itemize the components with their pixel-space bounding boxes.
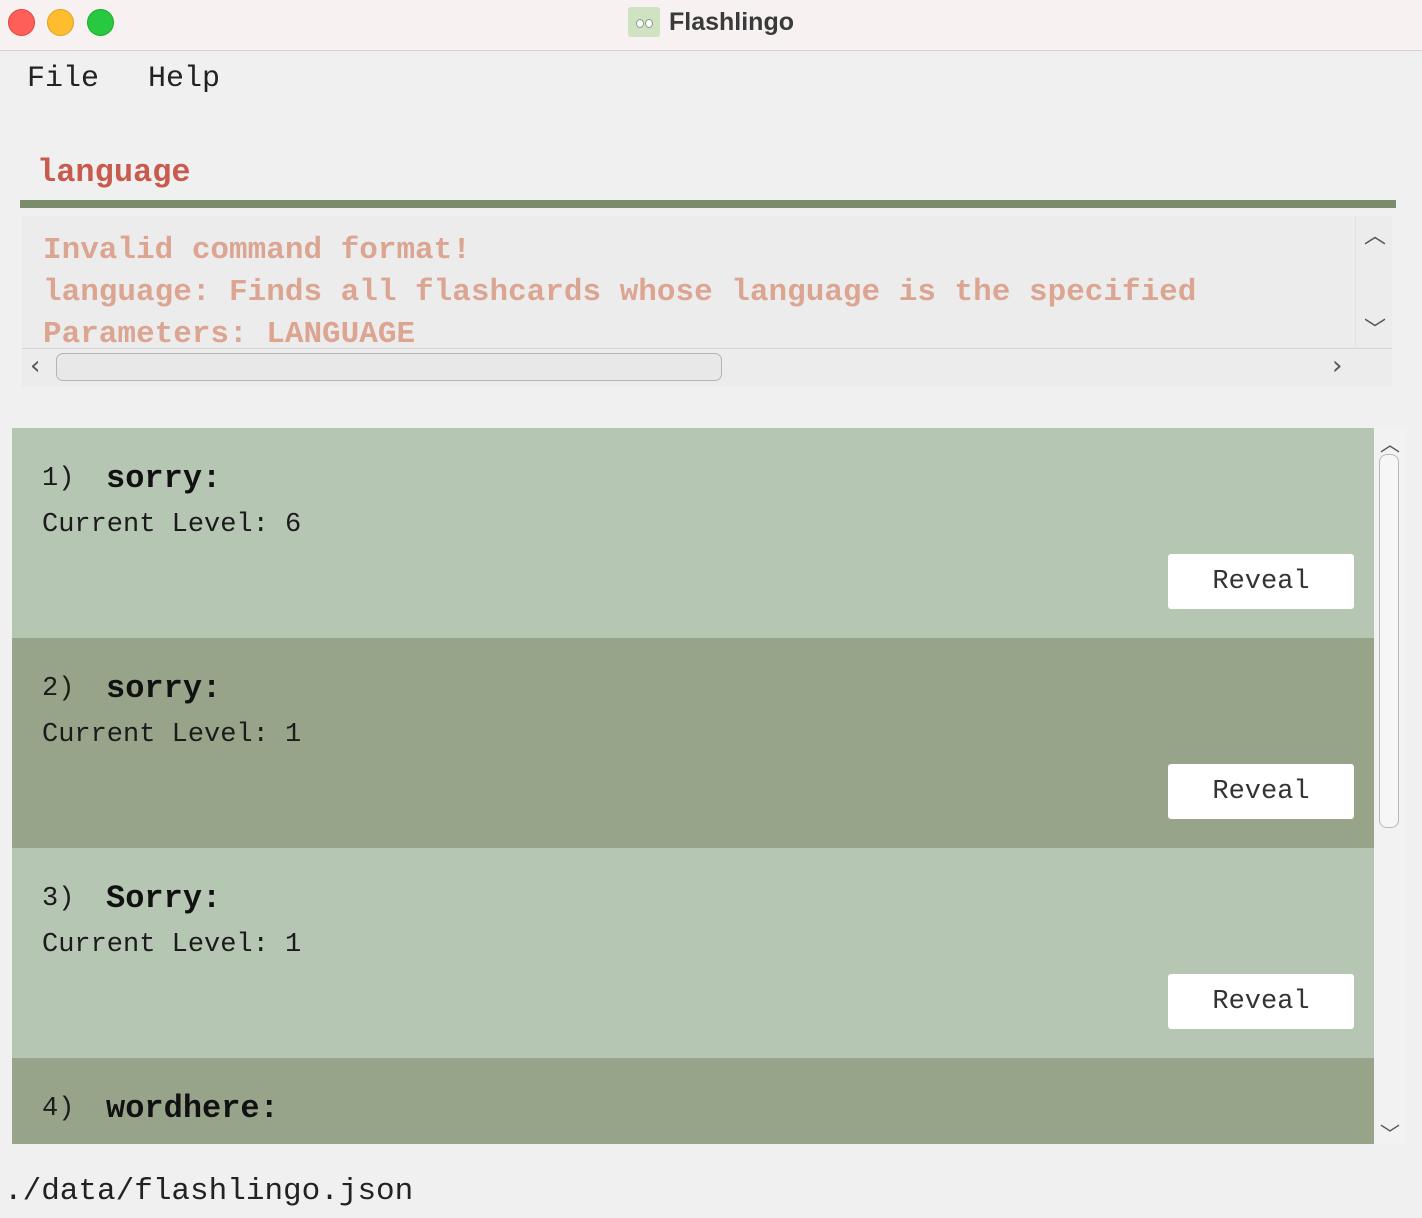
result-line: Parameters: LANGUAGE — [43, 317, 416, 350]
app-logo-icon — [628, 7, 660, 37]
flashcard-item: 3) Sorry: Current Level: 1 Reveal — [12, 848, 1374, 1058]
card-word: sorry: — [106, 670, 222, 707]
card-word: wordhere: — [106, 1090, 279, 1127]
result-horizontal-scrollbar[interactable]: ‹ › — [22, 348, 1392, 387]
chevron-down-icon[interactable]: ﹀ — [1380, 1118, 1400, 1147]
card-index: 3) — [42, 884, 75, 914]
flashcard-item: 1) sorry: Current Level: 6 Reveal — [12, 428, 1374, 638]
menu-file[interactable]: File — [27, 62, 99, 96]
title-bar: Flashlingo — [0, 0, 1422, 51]
scroll-thumb[interactable] — [56, 353, 722, 381]
command-box[interactable]: language — [20, 140, 1396, 208]
reveal-button[interactable]: Reveal — [1168, 554, 1354, 609]
result-text: Invalid command format! language: Finds a… — [43, 230, 1353, 350]
result-display: Invalid command format! language: Finds a… — [22, 216, 1392, 387]
window-title: Flashlingo — [669, 7, 794, 36]
result-line: Invalid command format! — [43, 233, 471, 268]
card-level: Current Level: 6 — [42, 510, 302, 540]
card-index: 2) — [42, 674, 75, 704]
result-vertical-scrollbar[interactable]: ︿ ﹀ — [1355, 216, 1392, 348]
card-index: 4) — [42, 1094, 75, 1124]
menu-bar: File Help — [0, 52, 1422, 108]
chevron-right-icon[interactable]: › — [1332, 351, 1342, 381]
title-wrap: Flashlingo — [0, 0, 1422, 44]
chevron-left-icon[interactable]: ‹ — [30, 351, 40, 381]
menu-help[interactable]: Help — [148, 62, 220, 96]
card-word: Sorry: — [106, 880, 222, 917]
list-vertical-scrollbar[interactable]: ︿ ﹀ — [1374, 428, 1406, 1147]
command-input-text[interactable]: language — [37, 154, 191, 191]
card-level: Current Level: 1 — [42, 720, 302, 750]
card-word: sorry: — [106, 460, 222, 497]
flashcard-item: 2) sorry: Current Level: 1 Reveal — [12, 638, 1374, 848]
card-level: Current Level: 1 — [42, 930, 302, 960]
reveal-button[interactable]: Reveal — [1168, 974, 1354, 1029]
flashcard-item: 4) wordhere: — [12, 1058, 1374, 1144]
flashcard-list: 1) sorry: Current Level: 6 Reveal 2) sor… — [12, 428, 1374, 1144]
chevron-up-icon[interactable]: ︿ — [1364, 218, 1386, 250]
scroll-thumb[interactable] — [1379, 454, 1399, 828]
status-bar-path: ./data/flashlingo.json — [4, 1174, 414, 1209]
result-line: language: Finds all flashcards whose lan… — [43, 275, 1197, 310]
chevron-up-icon[interactable]: ︿ — [1380, 428, 1400, 457]
chevron-down-icon[interactable]: ﹀ — [1364, 312, 1386, 344]
reveal-button[interactable]: Reveal — [1168, 764, 1354, 819]
card-index: 1) — [42, 464, 75, 494]
